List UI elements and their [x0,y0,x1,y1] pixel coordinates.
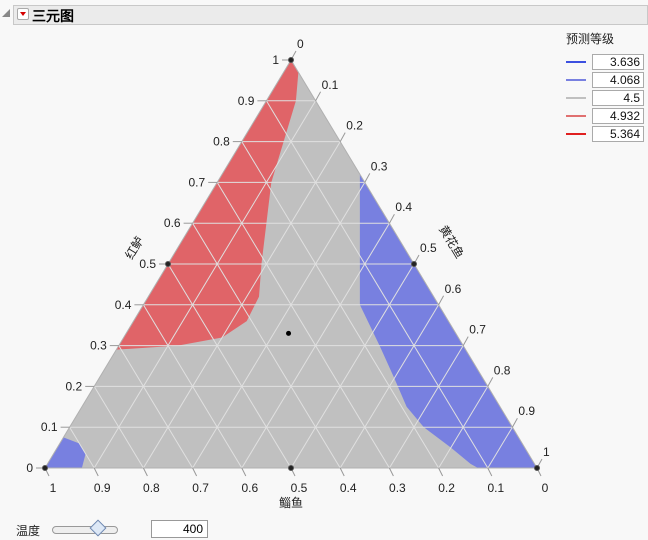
left-axis-tick-label: 1 [272,53,279,67]
bottom-axis-tick-label: 1 [50,481,57,495]
legend-value-input[interactable]: 3.636 [592,54,644,70]
slider-label: 温度 [16,524,41,538]
legend-title: 预测等级 [566,32,615,46]
right-axis-tick [438,295,445,306]
bottom-axis-tick-label: 0.2 [438,481,455,495]
bottom-axis-tick [93,467,99,477]
bottom-axis-tick-label: 0.8 [143,481,160,495]
left-axis-tick-label: 0.9 [238,94,255,108]
right-axis-tick-label: 0.6 [445,282,462,296]
bottom-axis-tick [192,467,198,477]
left-axis-tick-label: 0.1 [41,420,58,434]
design-point [411,261,417,267]
bottom-axis-tick-label: 0.5 [291,481,308,495]
legend-swatch [566,61,586,63]
legend: 预测等级 3.636 4.068 4.5 4.932 5.364 [566,30,648,143]
right-axis-tick-label: 0 [297,37,304,51]
bottom-axis-label: 鲻鱼 [279,496,303,510]
legend-swatch [566,97,586,99]
design-point [42,465,48,471]
legend-item: 4.5 [566,89,648,107]
legend-swatch [566,115,586,117]
bottom-axis-tick-label: 0 [542,481,549,495]
design-point [286,330,292,336]
design-point [165,261,171,267]
design-point [534,465,540,471]
bottom-axis-tick-label: 0.9 [94,481,111,495]
right-axis-tick-label: 1 [543,445,550,459]
ternary-plot: 0 0.1 0.2 0.3 0.4 0.5 0.6 0.7 0.8 0.9 1 0 0.1 0.2 0.3 0… [26,37,550,510]
legend-swatch [566,133,586,135]
legend-item: 5.364 [566,125,648,143]
right-axis-tick [511,417,518,428]
right-axis-label: 黄花鱼 [436,222,467,261]
left-axis-tick-label: 0.7 [189,175,206,189]
legend-value-input[interactable]: 4.932 [592,108,644,124]
temperature-value-input[interactable]: 400 [151,520,208,538]
right-axis-tick-label: 0.4 [395,200,412,214]
legend-item: 4.932 [566,107,648,125]
legend-swatch [566,79,586,81]
bottom-axis-tick-label: 0.6 [241,481,258,495]
bottom-axis-tick [487,467,493,477]
right-axis-tick [315,91,322,102]
bottom-axis-tick [438,467,444,477]
right-axis-tick-label: 0.9 [518,404,535,418]
bottom-axis-tick [339,467,345,477]
bottom-axis-tick-label: 0.3 [389,481,406,495]
right-axis-tick [339,132,346,142]
bottom-axis-tick-label: 0.7 [192,481,209,495]
legend-value-input[interactable]: 4.068 [592,72,644,88]
legend-item: 4.068 [566,71,648,89]
left-axis-tick-label: 0.2 [66,379,83,393]
right-axis-tick-label: 0.2 [346,119,363,133]
left-axis-tick-label: 0.3 [90,339,107,353]
left-axis-tick-label: 0.8 [213,135,230,149]
left-axis-tick-label: 0.4 [115,298,132,312]
right-axis-tick-label: 0.1 [322,78,339,92]
bottom-axis-tick-label: 0.4 [340,481,357,495]
legend-value-input[interactable]: 4.5 [592,90,644,106]
bottom-axis-tick [142,467,148,477]
right-axis-tick [388,213,395,224]
left-axis-tick-label: 0.6 [164,216,181,230]
right-axis-tick [364,173,371,183]
left-axis-tick-label: 0 [26,461,33,475]
temperature-slider-track[interactable] [52,526,118,534]
right-axis-tick-label: 0.3 [371,159,388,173]
legend-item: 3.636 [566,53,648,71]
design-point [288,465,294,471]
right-axis-tick-label: 0.7 [469,323,486,337]
right-axis-tick [487,377,494,387]
left-axis-tick-label: 0.5 [139,257,156,271]
right-axis-tick [462,336,469,346]
legend-value-input[interactable]: 5.364 [592,126,644,142]
design-point [288,57,294,63]
bottom-axis-tick [388,467,394,477]
right-axis-tick-label: 0.8 [494,363,511,377]
bottom-axis-tick-label: 0.1 [487,481,504,495]
bottom-axis-tick [241,467,247,477]
right-axis-tick-label: 0.5 [420,241,437,255]
